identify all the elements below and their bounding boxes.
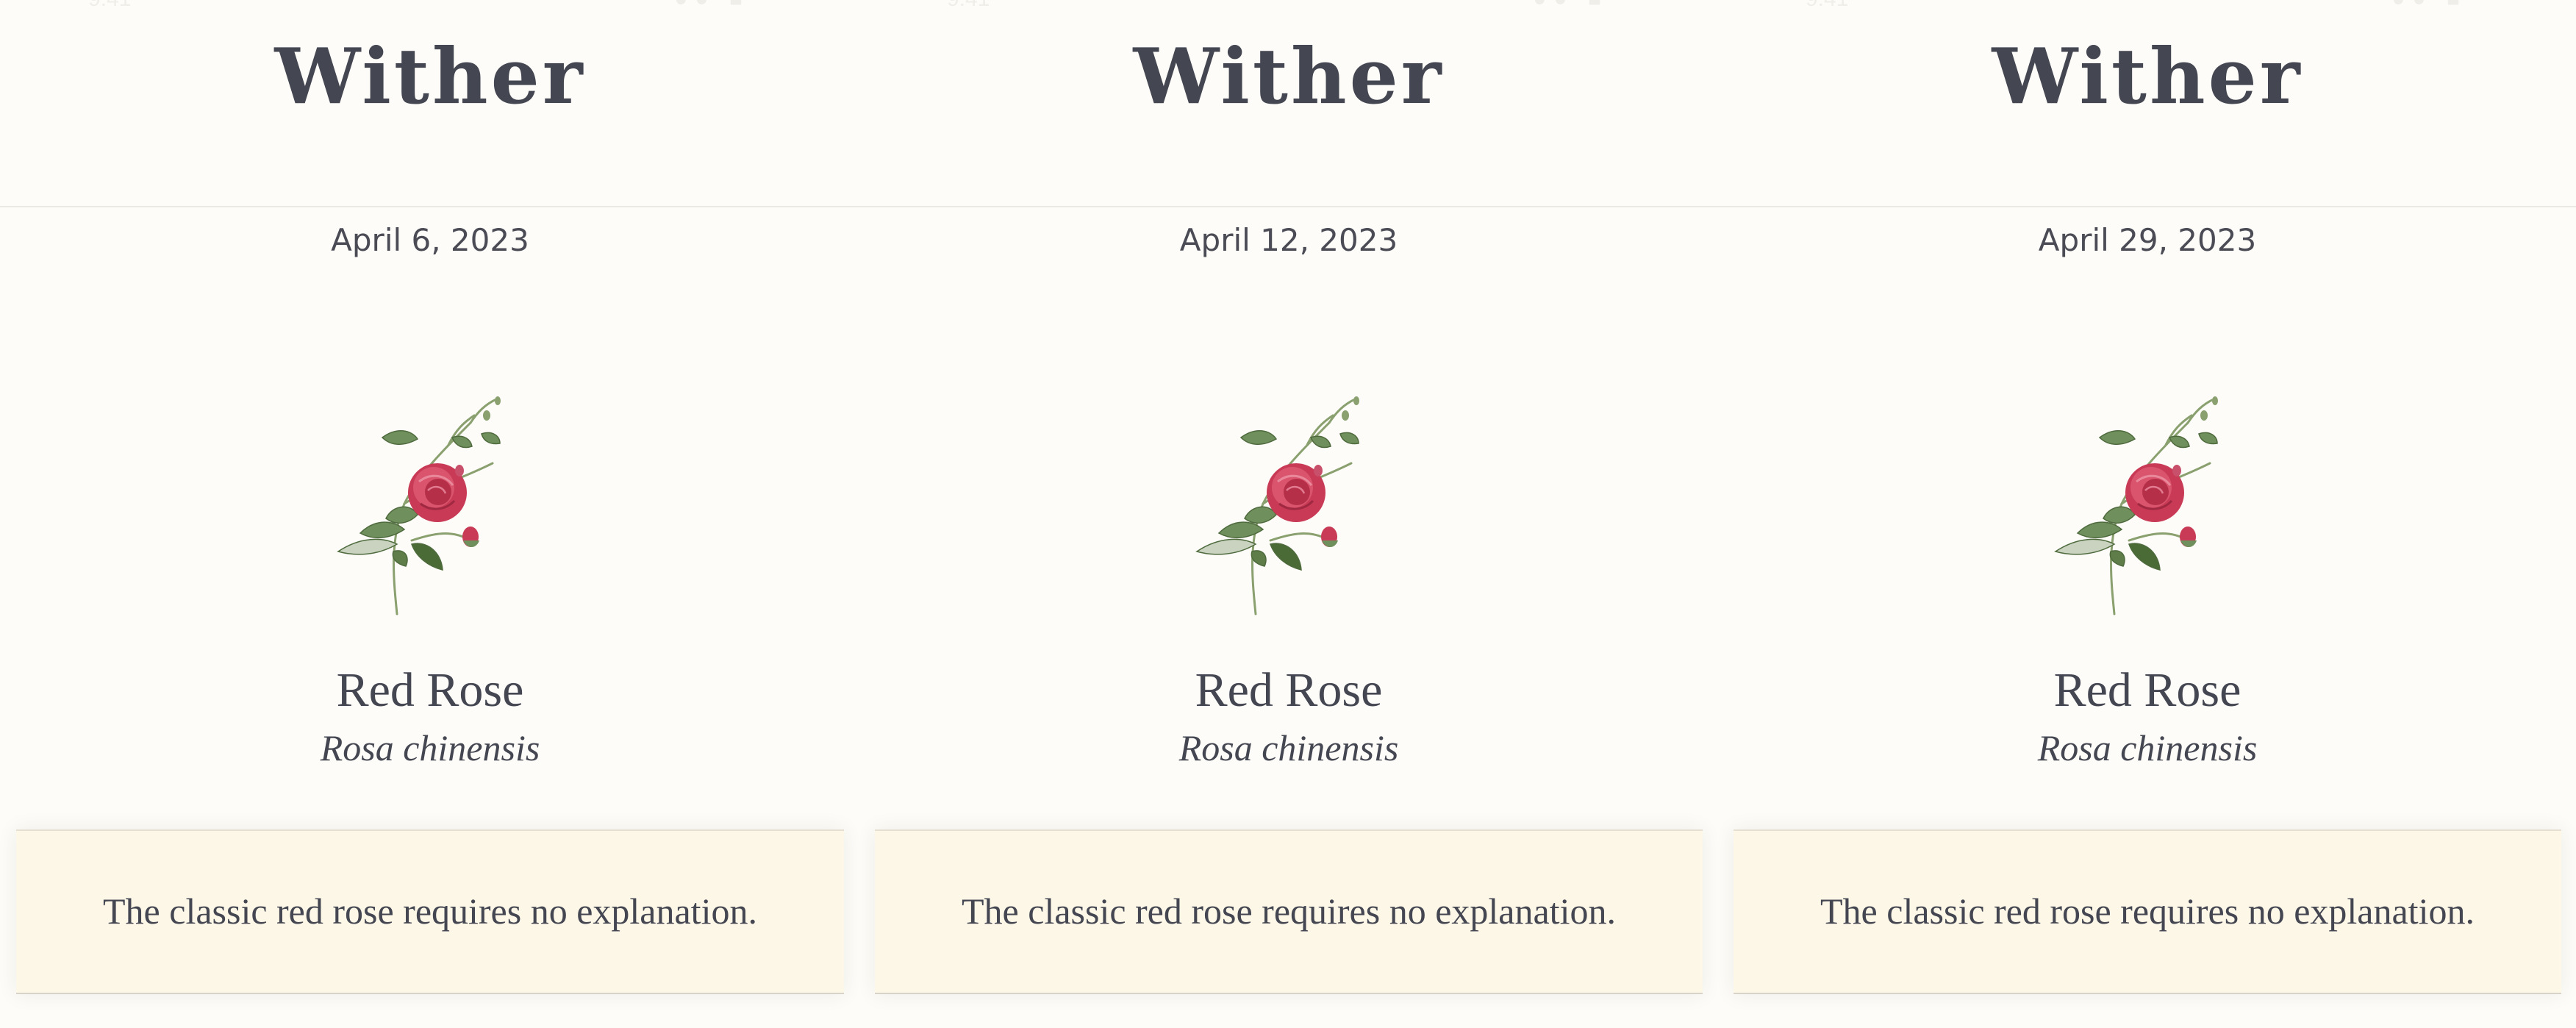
flower-note: The classic red rose requires no explana… xyxy=(962,890,1616,932)
flower-scientific-name: Rosa chinensis xyxy=(2037,727,2258,768)
app-screen-1: 9:41 ●● ■ Wither April 6, 2023 xyxy=(0,0,860,1028)
app-header: Wither xyxy=(1717,0,2576,207)
flower-common-name: Red Rose xyxy=(2053,663,2242,717)
red-rose-illustration-icon[interactable] xyxy=(1182,393,1395,621)
app-title: Wither xyxy=(274,31,586,121)
app-header: Wither xyxy=(859,0,1719,207)
flower-common-name: Red Rose xyxy=(336,663,524,717)
app-header: Wither xyxy=(0,0,860,207)
red-rose-illustration-icon[interactable] xyxy=(323,393,537,621)
screens-strip: 9:41 ●● ■ Wither April 6, 2023 xyxy=(0,0,2576,1028)
flower-common-name: Red Rose xyxy=(1195,663,1383,717)
flower-note-card[interactable]: The classic red rose requires no explana… xyxy=(875,829,1703,994)
rose-svg xyxy=(2054,396,2218,615)
entry-date[interactable]: April 6, 2023 xyxy=(0,225,860,256)
flower-note-card[interactable]: The classic red rose requires no explana… xyxy=(1734,829,2561,994)
entry-date[interactable]: April 29, 2023 xyxy=(1717,225,2576,256)
flower-scientific-name: Rosa chinensis xyxy=(1178,727,1399,768)
app-title: Wither xyxy=(1992,31,2303,121)
flower-note-card[interactable]: The classic red rose requires no explana… xyxy=(16,829,844,994)
flower-note: The classic red rose requires no explana… xyxy=(103,890,757,932)
app-screen-2: 9:41 ●● ■ Wither April 12, 2023 xyxy=(859,0,1719,1028)
red-rose-illustration-icon[interactable] xyxy=(2041,393,2254,621)
app-title: Wither xyxy=(1133,31,1445,121)
rose-svg xyxy=(1195,396,1359,615)
flower-note: The classic red rose requires no explana… xyxy=(1820,890,2475,932)
flower-scientific-name: Rosa chinensis xyxy=(320,727,540,768)
entry-date[interactable]: April 12, 2023 xyxy=(859,225,1719,256)
rose-svg xyxy=(337,396,501,615)
app-screen-3: 9:41 ●● ■ Wither April 29, 2023 xyxy=(1717,0,2576,1028)
